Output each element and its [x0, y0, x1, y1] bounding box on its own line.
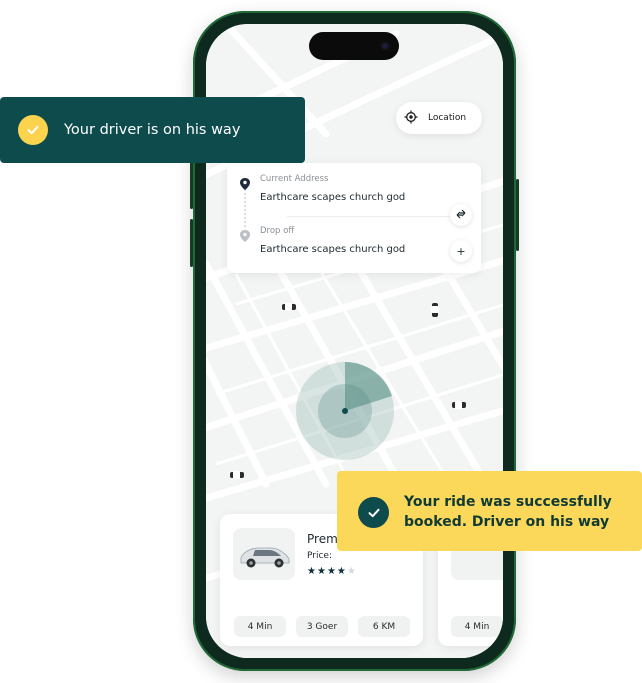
star-filled-icon: ★ — [307, 566, 317, 577]
crosshair-location-icon — [404, 109, 418, 128]
star-filled-icon: ★ — [336, 566, 347, 577]
plus-icon: + — [456, 244, 466, 258]
phone-power-button — [516, 179, 519, 251]
pickup-pin-icon — [240, 175, 250, 194]
phone-side-button — [190, 161, 193, 209]
eta-pill: 4 Min — [234, 616, 286, 637]
toast-message: Your driver is on his way — [64, 122, 241, 138]
current-address-label: Current Address — [260, 174, 329, 184]
toast-message: Your ride was successfully booked. Drive… — [404, 492, 629, 532]
swap-address-button[interactable] — [450, 204, 472, 226]
toast-line-1: Your ride was successfully — [404, 494, 612, 510]
car-marker — [452, 401, 466, 409]
driver-on-way-toast: Your driver is on his way — [0, 97, 305, 163]
camera-icon — [380, 41, 390, 51]
dynamic-island — [309, 32, 399, 60]
phone-side-button — [190, 219, 193, 267]
check-icon — [18, 115, 48, 145]
star-rating: ★★★★★ — [307, 566, 357, 577]
car-marker — [230, 471, 244, 479]
ride-booked-toast: Your ride was successfully booked. Drive… — [337, 471, 642, 551]
car-image — [233, 528, 295, 580]
eta-pill: 4 Min — [451, 616, 503, 637]
star-filled-icon: ★ — [326, 566, 337, 577]
radar-search — [296, 361, 394, 460]
current-address-field[interactable]: Earthcare scapes church god — [260, 192, 405, 203]
divider — [287, 216, 467, 217]
car-marker — [431, 303, 439, 317]
location-label: Location — [428, 113, 467, 123]
add-stop-button[interactable]: + — [450, 240, 472, 262]
dropoff-address-field[interactable]: Earthcare scapes church god — [260, 244, 405, 255]
location-button[interactable]: Location — [396, 102, 482, 134]
address-card: Current Address Earthcare scapes church … — [227, 163, 481, 273]
swap-arrows-icon — [456, 209, 466, 222]
check-icon — [358, 497, 389, 528]
seats-pill: 3 Goer — [296, 616, 348, 637]
dropoff-pin-icon — [240, 227, 250, 246]
dropoff-label: Drop off — [260, 226, 295, 236]
distance-pill: 6 KM — [358, 616, 410, 637]
car-marker — [282, 303, 296, 311]
star-filled-icon: ★ — [316, 566, 327, 577]
star-empty-icon: ★ — [346, 566, 357, 577]
price-label: Price: — [307, 551, 332, 561]
ride-name: Prem — [307, 532, 338, 546]
toast-line-2: booked. Driver on his way — [404, 514, 610, 530]
